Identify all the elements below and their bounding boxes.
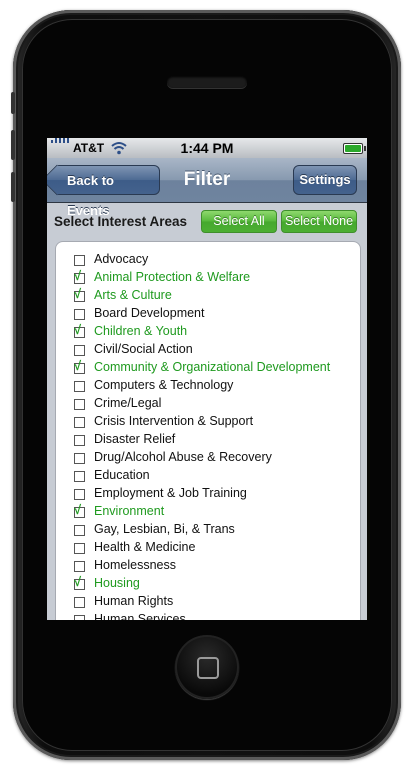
checkbox[interactable]	[74, 399, 85, 410]
earpiece-speaker	[167, 76, 247, 88]
interest-item-label: Employment & Job Training	[94, 486, 247, 500]
clock: 1:44 PM	[180, 140, 234, 156]
interest-item-label: Animal Protection & Welfare	[94, 270, 251, 284]
select-none-button[interactable]: Select None	[281, 210, 357, 233]
checkmark-icon: √	[74, 268, 82, 283]
checkbox[interactable]	[74, 417, 85, 428]
interest-item-label: Homelessness	[94, 558, 176, 572]
interest-item-label: Human Services	[94, 612, 186, 620]
interest-item-label: Human Rights	[94, 594, 174, 608]
checkmark-icon: √	[74, 286, 82, 301]
checkbox[interactable]	[74, 435, 85, 446]
interest-item-label: Housing	[94, 576, 140, 590]
interest-item-label: Environment	[94, 504, 165, 518]
select-all-button[interactable]: Select All	[201, 210, 277, 233]
section-heading: Select Interest Areas	[54, 214, 188, 229]
checkbox[interactable]	[74, 543, 85, 554]
checkbox[interactable]	[74, 489, 85, 500]
silent-switch	[11, 92, 15, 114]
interest-item-label: Drug/Alcohol Abuse & Recovery	[94, 450, 272, 464]
screen: AT&T 1:44 PM Back to Events Filter Setti…	[47, 138, 367, 620]
interest-item-label: Advocacy	[94, 252, 149, 266]
interest-item-label: Crisis Intervention & Support	[94, 414, 254, 428]
interest-item-label: Education	[94, 468, 150, 482]
interest-item-label: Children & Youth	[94, 324, 188, 338]
interest-item-label: Board Development	[94, 306, 205, 320]
checkbox[interactable]	[74, 561, 85, 572]
checkbox[interactable]	[74, 255, 85, 266]
checkbox[interactable]	[74, 381, 85, 392]
checkbox[interactable]	[74, 309, 85, 320]
interest-areas-list[interactable]: Advocacy √ Animal Protection & Welfare √ Art…	[55, 241, 361, 620]
interest-item-label: Disaster Relief	[94, 432, 176, 446]
checkbox[interactable]	[74, 525, 85, 536]
checkmark-icon: √	[74, 322, 82, 337]
battery-icon	[343, 143, 366, 154]
home-button-icon	[197, 657, 219, 679]
interest-item-label: Crime/Legal	[94, 396, 162, 410]
settings-button[interactable]: Settings	[293, 165, 357, 195]
navigation-bar: Back to Events Filter Settings	[47, 158, 367, 218]
checkbox[interactable]	[74, 597, 85, 608]
checkbox[interactable]	[74, 453, 85, 464]
checkmark-icon: √	[74, 574, 82, 589]
volume-up-button	[11, 130, 15, 160]
interest-item-label: Computers & Technology	[94, 378, 234, 392]
checkbox[interactable]	[74, 615, 85, 620]
interest-item-label: Arts & Culture	[94, 288, 172, 302]
checkbox[interactable]	[74, 345, 85, 356]
interest-item-label: Community & Organizational Development	[94, 360, 331, 374]
volume-down-button	[11, 172, 15, 202]
checkmark-icon: √	[74, 502, 82, 517]
interest-item-label: Gay, Lesbian, Bi, & Trans	[94, 522, 235, 536]
interest-item-label: Health & Medicine	[94, 540, 196, 554]
checkbox[interactable]	[74, 471, 85, 482]
interest-item-label: Civil/Social Action	[94, 342, 193, 356]
checkmark-icon: √	[74, 358, 82, 373]
status-bar: AT&T 1:44 PM	[47, 138, 367, 158]
